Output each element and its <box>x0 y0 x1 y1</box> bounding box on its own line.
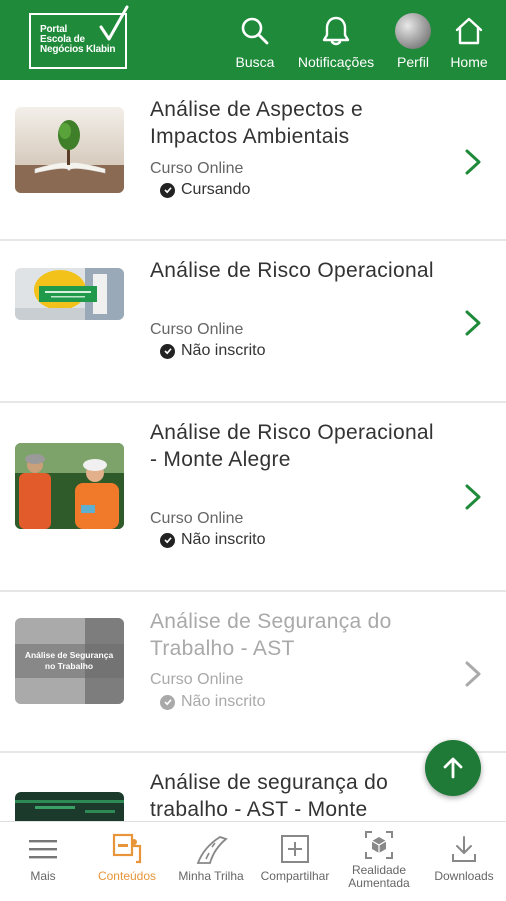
nav-share-label: Compartilhar <box>260 869 330 883</box>
bottom-navigation: Mais Conteúdos Minha Trilha Compartilhar… <box>0 821 506 901</box>
course-title: Análise de segurança do trabalho - AST -… <box>150 771 389 821</box>
home-button[interactable]: Home <box>447 12 491 74</box>
course-item[interactable]: Análise de Aspectos e Impactos Ambientai… <box>0 80 506 241</box>
course-type: Curso Online <box>150 671 244 688</box>
road-icon <box>196 836 228 864</box>
nav-contents[interactable]: Conteúdos <box>85 832 169 883</box>
home-label: Home <box>450 54 488 70</box>
search-icon <box>241 17 269 45</box>
course-item[interactable]: Análise de Risco Operacional - Monte Ale… <box>0 403 506 592</box>
course-thumbnail-dark <box>15 792 124 821</box>
check-circle-icon <box>160 694 175 710</box>
course-status: Não inscrito <box>160 342 265 360</box>
nav-downloads[interactable]: Downloads <box>422 832 506 883</box>
course-type: Curso Online <box>150 321 244 338</box>
course-status-label: Não inscrito <box>181 531 266 548</box>
scroll-top-button[interactable] <box>425 740 481 796</box>
profile-label: Perfil <box>397 54 429 70</box>
notifications-button[interactable]: Notificações <box>296 12 376 74</box>
profile-button[interactable]: Perfil <box>393 12 433 74</box>
course-title: Análise de Risco Operacional - Monte Ale… <box>150 421 434 471</box>
svg-text:Análise de Segurança: Análise de Segurança <box>25 650 114 660</box>
course-status-label: Cursando <box>181 181 251 198</box>
course-status-label: Não inscrito <box>181 693 266 710</box>
nav-my-path-label: Minha Trilha <box>178 869 244 883</box>
course-thumbnail-safety: Análise de Segurança no Trabalho <box>15 618 124 704</box>
home-icon <box>455 17 483 45</box>
course-item[interactable]: Análise de Risco Operacional Curso Onlin… <box>0 241 506 403</box>
logo-check-icon <box>99 5 129 41</box>
ar-cube-icon <box>365 831 393 859</box>
contents-icon <box>112 833 142 864</box>
check-circle-icon <box>160 182 175 198</box>
svg-text:no Trabalho: no Trabalho <box>45 661 93 671</box>
nav-my-path[interactable]: Minha Trilha <box>169 832 253 883</box>
download-icon <box>452 836 476 862</box>
course-title: Análise de Risco Operacional <box>150 259 434 282</box>
course-status: Não inscrito <box>160 693 265 711</box>
nav-more-label: Mais <box>30 869 56 883</box>
course-type: Curso Online <box>150 510 244 527</box>
course-status-label: Não inscrito <box>181 342 266 359</box>
nav-downloads-label: Downloads <box>434 869 494 883</box>
chevron-right-icon <box>465 310 481 336</box>
course-item[interactable]: Análise de Segurança no Trabalho Análise… <box>0 592 506 753</box>
chevron-right-icon <box>465 484 481 510</box>
search-label: Busca <box>235 54 275 70</box>
nav-contents-label: Conteúdos <box>97 869 157 883</box>
avatar <box>395 13 431 49</box>
plus-box-icon <box>281 835 309 863</box>
course-thumbnail-workers <box>15 443 124 529</box>
nav-augmented-reality-label: Realidade Aumentada <box>348 863 410 890</box>
course-title: Análise de Aspectos e Impactos Ambientai… <box>150 98 363 148</box>
course-thumbnail-hardhat <box>15 268 124 320</box>
check-circle-icon <box>160 343 175 359</box>
nav-more[interactable]: Mais <box>1 832 85 883</box>
nav-augmented-reality[interactable]: Realidade Aumentada <box>337 830 421 890</box>
course-status: Cursando <box>160 181 250 199</box>
notifications-label: Notificações <box>297 54 375 70</box>
menu-icon <box>29 840 57 859</box>
app-header: Portal Escola de Negócios Klabin Busca N… <box>0 0 506 80</box>
course-thumbnail-tree <box>15 107 124 193</box>
course-title: Análise de Segurança do Trabalho - AST <box>150 610 392 660</box>
nav-share[interactable]: Compartilhar <box>253 832 337 883</box>
search-button[interactable]: Busca <box>236 12 274 74</box>
arrow-up-icon <box>443 757 463 779</box>
check-circle-icon <box>160 532 175 548</box>
chevron-right-icon <box>465 661 481 687</box>
bell-icon <box>322 16 350 46</box>
klabin-portal-logo[interactable]: Portal Escola de Negócios Klabin <box>29 5 129 69</box>
course-type: Curso Online <box>150 160 244 177</box>
chevron-right-icon <box>465 149 481 175</box>
course-status: Não inscrito <box>160 531 265 549</box>
